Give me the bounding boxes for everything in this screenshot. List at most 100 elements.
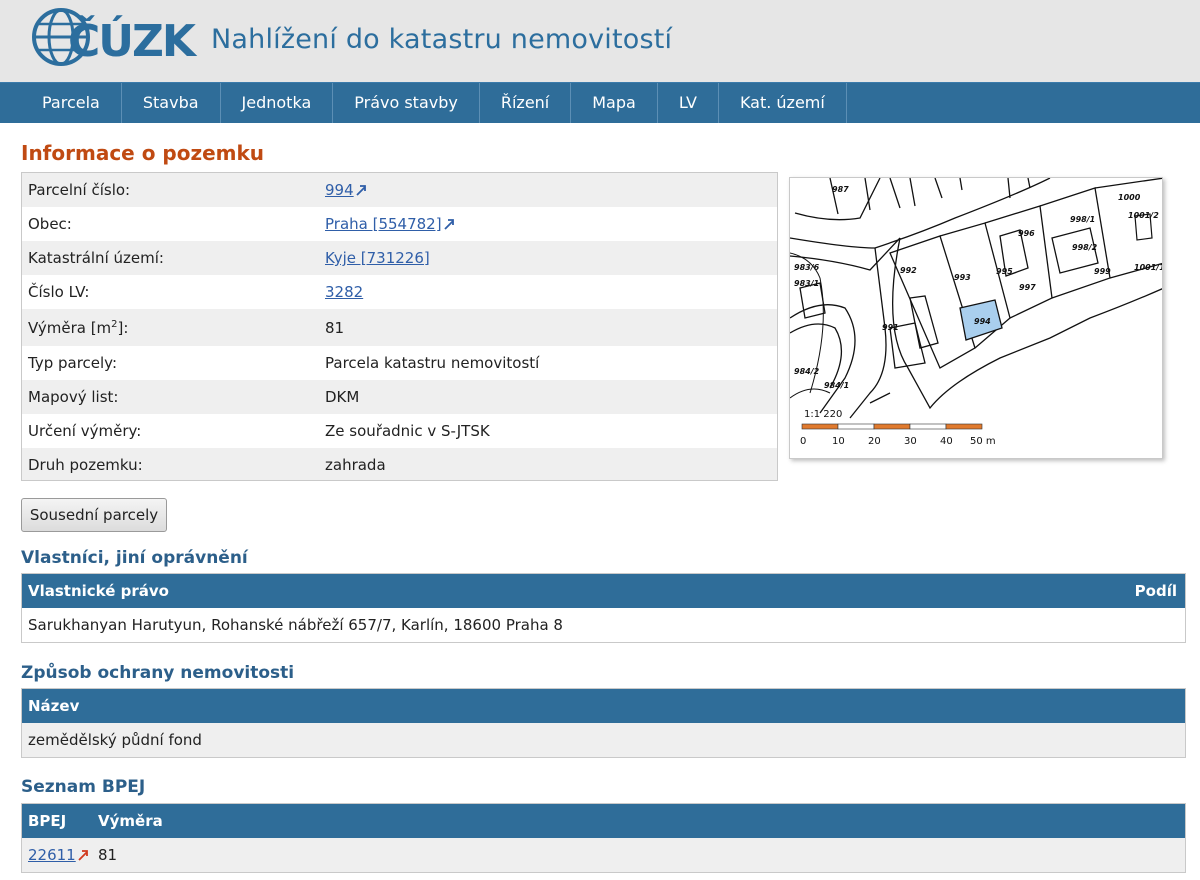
bpej-code-link[interactable]: 22611 [28,846,76,864]
info-value: Ze souřadnic v S-JTSK [325,422,490,440]
info-label: Katastrální území: [28,249,164,267]
scale-tick: 40 [940,436,953,447]
column-header-share: Podíl [1134,582,1177,600]
scale-tick: 0 [800,436,806,447]
parcel-label: 998/2 [1072,243,1098,252]
table-row: Sarukhanyan Harutyun, Rohanské nábřeží 6… [22,608,1185,642]
external-link-icon[interactable] [77,849,89,861]
scale-tick: 10 [832,436,845,447]
nav-kat-uzemi[interactable]: Kat. území [719,83,847,123]
info-value: Kyje [731226] [325,249,430,267]
info-value: 3282 [325,283,363,301]
table-row: zemědělský půdní fond [22,723,1185,757]
bpej-table: BPEJ Výměra 22611 81 [21,803,1186,873]
info-row-land-type: Druh pozemku: zahrada [22,448,777,480]
bpej-table-header: BPEJ Výměra [22,804,1185,838]
info-row-map-sheet: Mapový list: DKM [22,380,777,414]
info-row-lv-number: Číslo LV: 3282 [22,275,777,309]
parcel-label: 997 [1019,283,1036,292]
parcel-label: 983/6 [794,263,820,272]
parcel-label: 991 [882,323,899,332]
parcel-label: 1000 [1118,193,1141,202]
nav-pravo-stavby[interactable]: Právo stavby [333,83,480,123]
info-value: DKM [325,388,360,406]
protection-table: Název zemědělský půdní fond [21,688,1186,758]
parcel-info-table: Parcelní číslo: 994 Obec: Praha [554782]… [21,172,778,481]
site-header: ČÚZK Nahlížení do katastru nemovitostí [0,0,1200,82]
owner-name: Sarukhanyan Harutyun, Rohanské nábřeží 6… [28,616,563,634]
info-label: Obec: [28,215,72,233]
parcel-label: 987 [832,185,849,194]
main-nav: Parcela Stavba Jednotka Právo stavby Říz… [0,82,1200,123]
column-header-ownership: Vlastnické právo [28,582,169,600]
info-row-parcel-type: Typ parcely: Parcela katastru nemovitost… [22,346,777,380]
parcel-label: 994 [974,317,991,326]
info-label: Parcelní číslo: [28,181,131,199]
neighbor-parcels-button[interactable]: Sousední parcely [21,498,167,532]
area-label-text: Výměra [m [28,319,112,337]
nav-parcela[interactable]: Parcela [0,83,122,123]
area-label-end: ]: [117,319,129,337]
external-link-icon[interactable] [443,218,455,230]
nav-mapa[interactable]: Mapa [571,83,658,123]
obec-link[interactable]: Praha [554782] [325,215,442,233]
parcel-label: 984/1 [824,381,849,390]
cadastral-map[interactable]: 987 1000 1001/2 1001/1 998/1 998/2 999 9… [789,177,1163,459]
info-value: Parcela katastru nemovitostí [325,354,540,372]
nav-stavba[interactable]: Stavba [122,83,221,123]
map-drawing: 987 1000 1001/2 1001/1 998/1 998/2 999 9… [790,178,1163,447]
protection-section-title: Způsob ochrany nemovitosti [21,663,295,683]
parcel-label: 993 [954,273,971,282]
scale-tick: 50 m [970,436,996,447]
parcel-number-link[interactable]: 994 [325,181,354,199]
info-row-obec: Obec: Praha [554782] [22,207,777,241]
external-link-icon[interactable] [355,184,367,196]
page-title: Informace o pozemku [21,141,265,165]
column-header-bpej: BPEJ [28,812,67,830]
info-label: Určení výměry: [28,422,142,440]
bpej-code-cell: 22611 [28,846,89,864]
logo-text: ČÚZK [68,14,198,67]
info-label: Číslo LV: [28,283,90,301]
info-row-parcel-number: Parcelní číslo: 994 [22,173,777,207]
lv-number-link[interactable]: 3282 [325,283,363,301]
parcel-label: 983/1 [794,279,819,288]
protection-table-header: Název [22,689,1185,723]
info-row-area-method: Určení výměry: Ze souřadnic v S-JTSK [22,414,777,448]
cadastral-area-link[interactable]: Kyje [731226] [325,249,430,267]
column-header-name: Název [28,697,80,715]
scale-tick: 30 [904,436,917,447]
site-title: Nahlížení do katastru nemovitostí [211,24,673,55]
info-row-cadastral-area: Katastrální území: Kyje [731226] [22,241,777,275]
scale-tick: 20 [868,436,881,447]
owners-table: Vlastnické právo Podíl Sarukhanyan Harut… [21,573,1186,643]
column-header-area: Výměra [98,812,163,830]
table-row: 22611 81 [22,838,1185,872]
parcel-label: 1001/1 [1134,263,1163,272]
map-scale: 1:1 220 [804,409,842,420]
cuzk-logo[interactable]: ČÚZK [30,6,202,68]
parcel-label: 984/2 [794,367,820,376]
info-value: zahrada [325,456,386,474]
parcel-label: 998/1 [1070,215,1095,224]
nav-lv[interactable]: LV [658,83,719,123]
nav-rizeni[interactable]: Řízení [480,83,572,123]
nav-jednotka[interactable]: Jednotka [221,83,334,123]
info-row-area: Výměra [m2]: 81 [22,309,777,346]
parcel-label: 999 [1094,267,1111,276]
info-value: 81 [325,319,345,337]
parcel-label: 995 [996,267,1013,276]
info-label: Druh pozemku: [28,456,143,474]
bpej-section-title: Seznam BPEJ [21,777,146,797]
owners-section-title: Vlastníci, jiní oprávnění [21,548,248,568]
info-label: Mapový list: [28,388,119,406]
info-value: 994 [325,181,367,199]
owners-table-header: Vlastnické právo Podíl [22,574,1185,608]
info-value: Praha [554782] [325,215,455,233]
parcel-label: 996 [1018,229,1035,238]
scale-bar [801,423,983,430]
info-label: Typ parcely: [28,354,118,372]
bpej-area: 81 [98,846,118,864]
parcel-label: 992 [900,266,917,275]
protection-name: zemědělský půdní fond [28,731,202,749]
